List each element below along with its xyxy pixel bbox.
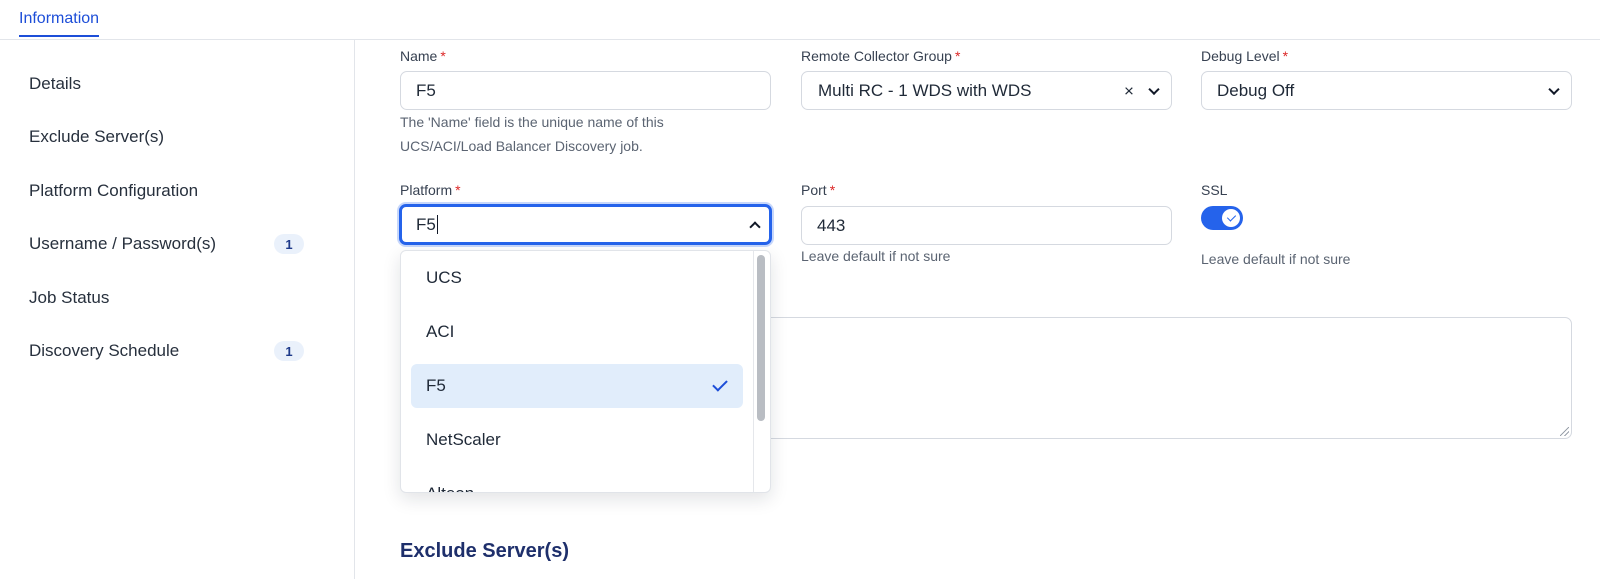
sidebar-item-job-status[interactable]: Job Status — [29, 284, 329, 312]
sidebar-nav: Details Exclude Server(s) Platform Confi… — [0, 40, 355, 579]
scrollbar-track — [753, 251, 754, 492]
tab-bar: Information — [0, 0, 1600, 40]
sidebar-item-username-passwords[interactable]: Username / Password(s) 1 — [29, 230, 329, 258]
required-asterisk: * — [455, 182, 461, 198]
scrollbar-thumb[interactable] — [757, 255, 765, 421]
port-input-value: 443 — [817, 215, 846, 235]
sidebar-item-label: Discovery Schedule — [29, 341, 180, 360]
platform-option-aci[interactable]: ACI — [411, 310, 743, 354]
section-title-exclude-servers: Exclude Server(s) — [400, 540, 569, 562]
remote-collector-group-value: Multi RC - 1 WDS with WDS — [818, 80, 1032, 100]
ssl-hint: Leave default if not sure — [1201, 251, 1351, 267]
remote-collector-group-label: Remote Collector Group * — [801, 48, 961, 64]
required-asterisk: * — [954, 48, 961, 64]
debug-level-label: Debug Level * — [1201, 48, 1289, 64]
platform-option-f5[interactable]: F5 — [411, 364, 743, 408]
platform-label: Platform * — [400, 182, 461, 198]
checkmark-icon — [712, 376, 728, 392]
platform-option-netscaler[interactable]: NetScaler — [411, 418, 743, 462]
count-badge: 1 — [274, 234, 304, 254]
name-input-value: F5 — [416, 80, 436, 100]
sidebar-item-platform-configuration[interactable]: Platform Configuration — [29, 177, 329, 205]
option-label: NetScaler — [426, 430, 501, 449]
platform-combobox[interactable]: F5 — [399, 204, 772, 245]
required-asterisk: * — [1282, 48, 1289, 64]
port-label: Port * — [801, 182, 836, 198]
option-label: F5 — [426, 376, 446, 395]
name-label: Name * — [400, 48, 446, 64]
chevron-up-icon[interactable] — [749, 220, 761, 233]
platform-option-alteon[interactable]: Alteon — [411, 472, 743, 492]
option-label: Alteon — [426, 484, 474, 492]
sidebar-item-label: Details — [29, 74, 81, 93]
remote-collector-group-select[interactable]: Multi RC - 1 WDS with WDS × — [801, 71, 1172, 110]
name-input[interactable]: F5 — [400, 71, 771, 110]
clear-icon[interactable]: × — [1124, 82, 1134, 99]
count-badge: 1 — [274, 341, 304, 361]
toggle-knob — [1222, 209, 1240, 227]
sidebar-item-label: Username / Password(s) — [29, 234, 217, 253]
debug-level-select[interactable]: Debug Off — [1201, 71, 1572, 110]
port-input[interactable]: 443 — [801, 206, 1172, 245]
sidebar-item-discovery-schedule[interactable]: Discovery Schedule 1 — [29, 337, 329, 365]
tab-information[interactable]: Information — [19, 10, 100, 37]
port-hint: Leave default if not sure — [801, 248, 951, 264]
name-hint: The 'Name' field is the unique name of t… — [400, 114, 664, 154]
platform-input-value: F5 — [416, 214, 436, 234]
chevron-down-icon[interactable] — [1148, 83, 1160, 95]
check-icon — [1226, 212, 1236, 222]
resize-handle[interactable] — [1560, 427, 1569, 436]
required-asterisk: * — [829, 182, 836, 198]
sidebar-item-label: Job Status — [29, 288, 110, 307]
platform-option-ucs[interactable]: UCS — [411, 256, 743, 300]
chevron-down-icon[interactable] — [1548, 83, 1560, 95]
platform-dropdown-menu: UCS ACI F5 NetScaler Alteon — [400, 250, 771, 493]
text-caret — [436, 215, 438, 234]
sidebar-item-label: Exclude Server(s) — [29, 127, 165, 146]
ssl-toggle[interactable] — [1201, 206, 1243, 230]
sidebar-item-label: Platform Configuration — [29, 181, 199, 200]
debug-level-value: Debug Off — [1217, 80, 1295, 100]
required-asterisk: * — [440, 48, 446, 64]
option-label: ACI — [426, 322, 455, 341]
sidebar-item-details[interactable]: Details — [29, 70, 329, 98]
option-label: UCS — [426, 268, 462, 287]
ssl-label: SSL — [1201, 182, 1228, 198]
sidebar-item-exclude-servers[interactable]: Exclude Server(s) — [29, 123, 329, 151]
